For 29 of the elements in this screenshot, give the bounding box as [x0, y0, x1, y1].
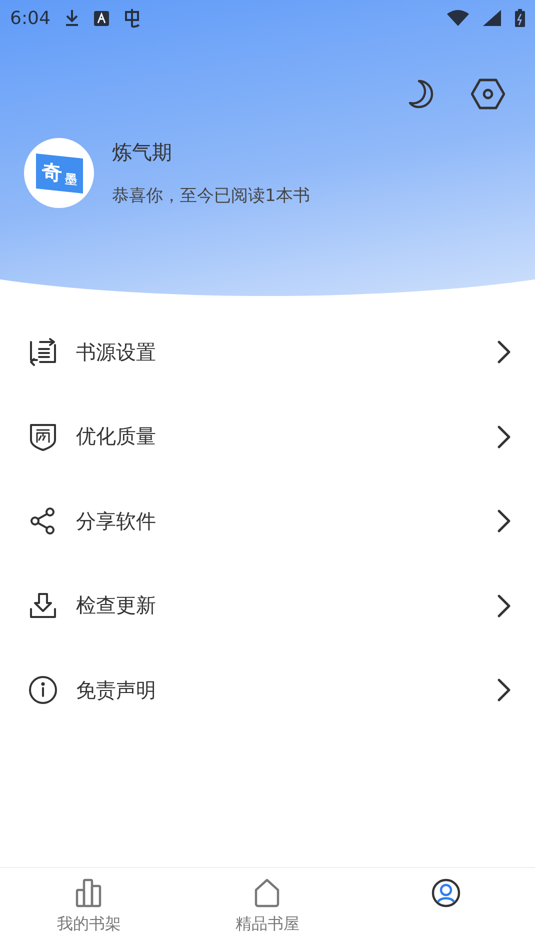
reading-summary: 恭喜你，至今已阅读1本书: [112, 185, 310, 207]
status-time: 6:04: [10, 8, 50, 28]
settings-icon[interactable]: [471, 78, 505, 110]
wifi-icon: [447, 10, 469, 26]
menu-item[interactable]: 免责声明: [0, 648, 535, 732]
list-arrows-icon: [28, 337, 58, 368]
menu-item[interactable]: 分享软件: [0, 479, 535, 564]
menu-item[interactable]: 书源设置: [0, 310, 535, 394]
download-icon: [64, 9, 80, 27]
moon-icon[interactable]: [407, 79, 435, 109]
chevron-right-icon: [497, 509, 511, 534]
chevron-right-icon: [497, 424, 511, 449]
home-icon: [253, 878, 282, 908]
info-icon: [28, 675, 58, 706]
menu-item[interactable]: 优化质量: [0, 394, 535, 479]
nav-tab[interactable]: 精品书屋: [178, 868, 357, 952]
chevron-right-icon: [497, 340, 511, 364]
battery-icon: [515, 9, 525, 27]
signal-icon: [483, 10, 501, 26]
user-icon: [430, 878, 461, 908]
bar-chart-icon: [75, 878, 104, 908]
keyboard-icon: [94, 10, 110, 26]
menu-item[interactable]: 检查更新: [0, 564, 535, 648]
level-name: 炼气期: [112, 139, 173, 166]
chevron-right-icon: [497, 678, 511, 702]
nav-tab[interactable]: 我的书架: [0, 868, 178, 952]
chevron-right-icon: [497, 594, 511, 618]
download-icon: [28, 590, 58, 621]
shield-icon: [28, 422, 58, 452]
